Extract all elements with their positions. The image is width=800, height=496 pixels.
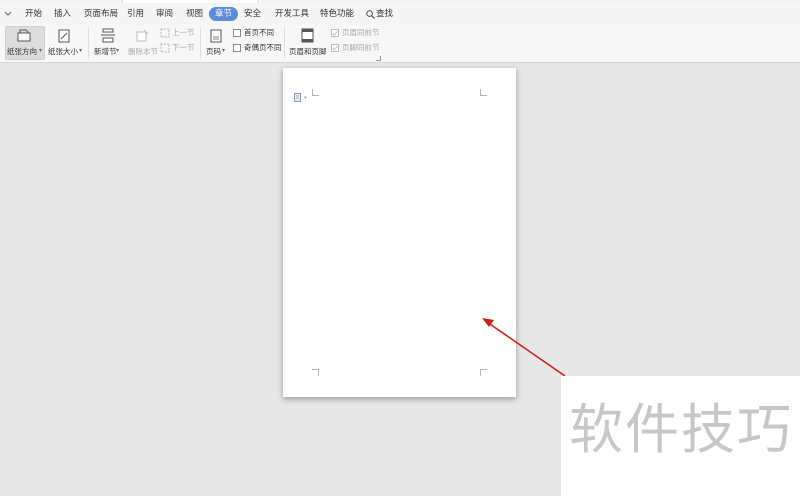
first-page-different-checkbox[interactable]: 首页不同 (233, 28, 283, 39)
checkbox-checked-icon (331, 29, 339, 37)
odd-even-different-label: 奇偶页不同 (244, 43, 282, 52)
header-footer-button[interactable]: 页眉和页脚 (288, 26, 328, 60)
menu-tab-review[interactable]: 审阅 (156, 7, 173, 21)
page-number-button[interactable]: 页码 ▾ (204, 26, 230, 60)
menu-tab-view[interactable]: 视图 (186, 7, 203, 21)
next-section-icon (160, 43, 170, 53)
menu-tab-home[interactable]: 开始 (25, 7, 42, 21)
chevron-down-icon: ▾ (39, 47, 43, 54)
delete-section-label: 删除本节 (128, 47, 158, 56)
search-label[interactable]: 查找 (376, 7, 393, 21)
new-section-label: 新增节 (94, 47, 117, 56)
paper-orientation-button[interactable]: 纸张方向 ▾ (5, 26, 45, 60)
header-footer-icon (301, 28, 314, 43)
next-section-button[interactable]: 下一节 (160, 43, 196, 55)
prev-section-button[interactable]: 上一节 (160, 28, 196, 40)
new-section-icon (101, 28, 115, 43)
next-section-label: 下一节 (172, 43, 195, 52)
watermark-panel: 软件技巧 (561, 376, 800, 496)
menu-tab-developer[interactable]: 开发工具 (275, 7, 309, 21)
odd-even-different-checkbox[interactable]: 奇偶页不同 (233, 43, 283, 54)
checkbox-checked-icon (331, 44, 339, 52)
menu-tab-page-layout[interactable]: 页面布局 (84, 7, 118, 21)
paper-orientation-label: 纸张方向 (7, 47, 37, 56)
menu-tab-security[interactable]: 安全 (244, 7, 261, 21)
menu-tab-special[interactable]: 特色功能 (320, 7, 354, 21)
chevron-down-icon: ▾ (222, 47, 226, 54)
menu-bar: 开始 插入 页面布局 引用 审阅 视图 章节 安全 开发工具 特色功能 查找 (0, 3, 800, 25)
margin-corner-bottom-right (480, 369, 487, 376)
ribbon-divider (200, 27, 201, 59)
ribbon-divider (88, 27, 89, 59)
paper-size-icon (58, 29, 70, 43)
page-number-icon (210, 29, 222, 43)
chevron-down-icon: ▾ (79, 47, 83, 54)
paper-size-label: 纸张大小 (48, 47, 78, 56)
checkbox-box (233, 44, 241, 52)
search-icon[interactable] (366, 10, 375, 19)
menu-tab-references[interactable]: 引用 (127, 7, 144, 21)
footer-same-as-previous-checkbox[interactable]: 页脚同前节 (331, 43, 380, 54)
first-page-different-label: 首页不同 (244, 28, 274, 37)
document-page[interactable]: ▾ (283, 68, 516, 397)
orientation-icon (17, 29, 31, 42)
prev-section-icon (160, 28, 170, 38)
header-same-label: 页眉同前节 (342, 28, 380, 37)
delete-section-button[interactable]: 删除本节 (126, 26, 158, 60)
page-number-label: 页码 (206, 47, 221, 56)
footer-same-label: 页脚同前节 (342, 43, 380, 52)
menu-tab-insert[interactable]: 插入 (54, 7, 71, 21)
watermark-text: 软件技巧 (569, 398, 793, 461)
margin-corner-bottom-left (312, 369, 319, 376)
collapse-ribbon-icon[interactable] (4, 10, 12, 18)
new-section-button[interactable]: 新增节 ▾ (92, 26, 122, 60)
chevron-down-icon: ▾ (304, 95, 307, 101)
prev-section-label: 上一节 (172, 28, 195, 37)
header-same-as-previous-checkbox[interactable]: 页眉同前节 (331, 28, 380, 39)
paste-options-icon[interactable] (294, 93, 302, 102)
margin-corner-top-right (480, 89, 487, 96)
ribbon-toolbar: 纸张方向 ▾ 纸张大小 ▾ 新增节 ▾ 删除本节 上一节 下一节 页码 ▾ 首页… (0, 25, 800, 63)
menu-tab-section[interactable]: 章节 (209, 7, 239, 21)
header-footer-label: 页眉和页脚 (289, 47, 327, 56)
checkbox-box (233, 29, 241, 37)
dialog-launcher-icon[interactable] (376, 56, 381, 61)
delete-section-icon (136, 29, 149, 42)
chevron-down-icon: ▾ (116, 47, 120, 54)
ribbon-divider (284, 27, 285, 59)
paper-size-button[interactable]: 纸张大小 ▾ (47, 26, 85, 60)
margin-corner-top-left (312, 89, 319, 96)
